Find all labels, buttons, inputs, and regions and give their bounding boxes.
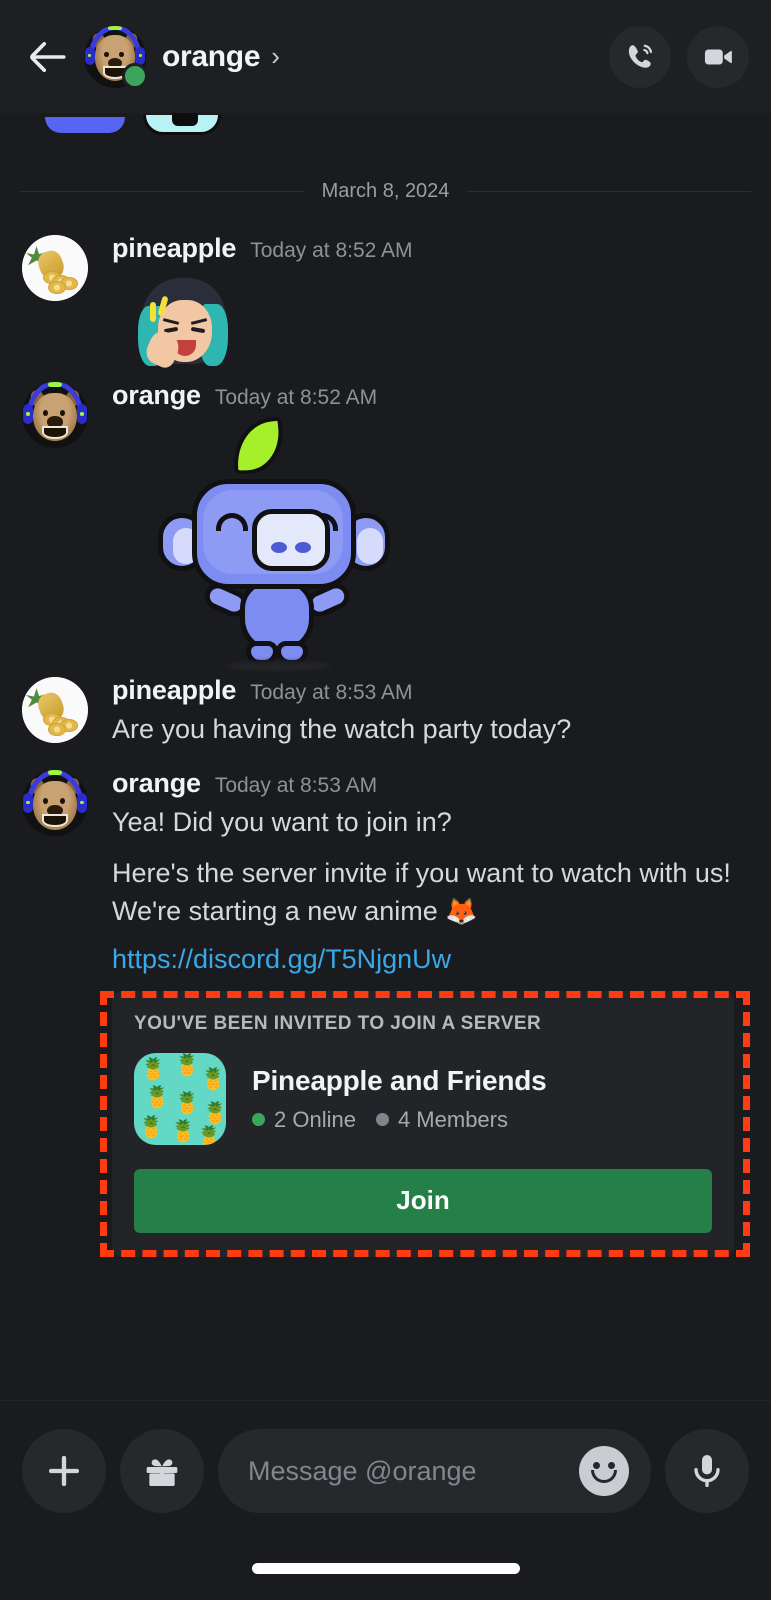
header-avatar-wrapper[interactable] xyxy=(84,25,148,89)
message-header: orange Today at 8:52 AM xyxy=(112,380,753,411)
invite-card-row: 🍍 🍍 🍍 🍍 🍍 🍍 🍍 🍍 🍍 Pineapple and Friends xyxy=(134,1052,712,1145)
member-count: 4 Members xyxy=(397,1106,508,1132)
invite-card-title: YOU'VE BEEN INVITED TO JOIN A SERVER xyxy=(134,1012,542,1034)
avatar[interactable] xyxy=(22,382,88,448)
invite-embed-zone: YOU'VE BEEN INVITED TO JOIN A SERVER 🍍 🍍… xyxy=(0,990,771,1257)
message-body: orange Today at 8:52 AM xyxy=(88,380,771,671)
avatar[interactable] xyxy=(22,677,88,743)
message-timestamp: Today at 8:52 AM xyxy=(250,239,413,262)
message-timestamp: Today at 8:52 AM xyxy=(214,386,378,409)
server-stats: 2 Online 4 Members xyxy=(252,1107,547,1133)
online-status-dot xyxy=(252,1113,265,1127)
plus-icon xyxy=(49,1456,79,1486)
invite-intro-text: Here's the server invite if you want to … xyxy=(112,857,731,926)
voice-message-button[interactable] xyxy=(665,1429,749,1513)
message-text: Are you having the watch party today? xyxy=(112,714,572,744)
wumpus-snout xyxy=(252,509,330,571)
avatar[interactable] xyxy=(22,235,88,301)
message-author[interactable]: pineapple xyxy=(112,675,236,706)
message-list[interactable]: March 8, 2024 pineapple Today at 8:52 AM xyxy=(0,113,771,1400)
message-header: pineapple Today at 8:53 AM xyxy=(112,675,753,706)
message-body: pineapple Today at 8:52 AM xyxy=(88,233,771,371)
video-camera-icon xyxy=(704,49,732,64)
voice-call-button[interactable] xyxy=(609,25,671,88)
message-text-line2: Here's the server invite if you want to … xyxy=(112,852,753,931)
arrow-left-icon xyxy=(30,41,66,72)
smiley-face-icon[interactable] xyxy=(579,1446,629,1496)
message-input[interactable]: Message @orange xyxy=(218,1429,651,1513)
message-row: orange Today at 8:52 AM xyxy=(0,380,771,671)
phone-call-icon xyxy=(628,44,653,68)
message-author[interactable]: pineapple xyxy=(112,233,236,264)
date-label: March 8, 2024 xyxy=(321,180,450,202)
status-badge xyxy=(122,62,148,89)
message-text-line1: Yea! Did you want to join in? xyxy=(112,807,452,838)
message-input-placeholder: Message @orange xyxy=(248,1455,477,1486)
send-gift-button[interactable] xyxy=(120,1429,204,1513)
chevron-right-icon[interactable]: › xyxy=(271,41,280,72)
video-call-button[interactable] xyxy=(687,25,749,88)
fox-emoji: 🦊 xyxy=(445,895,478,926)
join-button[interactable]: Join xyxy=(134,1168,712,1233)
page-title[interactable]: orange xyxy=(162,40,261,74)
microphone-icon xyxy=(694,1455,720,1487)
server-name: Pineapple and Friends xyxy=(252,1064,547,1096)
message-header: orange Today at 8:53 AM xyxy=(112,768,753,799)
partial-sticker-above xyxy=(0,113,771,145)
pineapple-pattern-icon: 🍍 🍍 🍍 🍍 🍍 🍍 🍍 🍍 🍍 xyxy=(134,1052,226,1145)
avatar[interactable] xyxy=(22,770,88,837)
message-author[interactable]: orange xyxy=(112,768,201,799)
members-status-dot xyxy=(375,1113,389,1127)
message-body: pineapple Today at 8:53 AM Are you havin… xyxy=(88,675,771,748)
message-body: orange Today at 8:53 AM Yea! Did you wan… xyxy=(88,768,771,978)
message-timestamp: Today at 8:53 AM xyxy=(250,681,413,704)
home-indicator xyxy=(251,1563,520,1574)
online-count: 2 Online xyxy=(274,1106,356,1132)
anime-girl-sticker xyxy=(136,270,232,371)
gift-icon xyxy=(146,1459,178,1486)
message-author[interactable]: orange xyxy=(112,380,201,411)
server-invite-card[interactable]: YOU'VE BEEN INVITED TO JOIN A SERVER 🍍 🍍… xyxy=(112,990,734,1257)
date-divider: March 8, 2024 xyxy=(20,180,752,203)
wumpus-sprout-sticker[interactable] xyxy=(154,416,394,671)
message-timestamp: Today at 8:53 AM xyxy=(214,774,378,798)
back-button[interactable] xyxy=(22,31,74,83)
sprout-leaf-icon xyxy=(229,416,287,476)
invite-server-meta: Pineapple and Friends 2 Online 4 Members xyxy=(226,1065,547,1133)
discord-dm-screen: orange › March 8, 2024 pineapple Today a… xyxy=(0,0,771,1600)
sticker-attachment[interactable] xyxy=(112,266,753,371)
chat-header: orange › xyxy=(0,0,771,113)
divider-line-right xyxy=(467,191,752,192)
divider-line-left xyxy=(20,191,304,192)
message-row: orange Today at 8:53 AM Yea! Did you wan… xyxy=(0,768,771,978)
message-header: pineapple Today at 8:52 AM xyxy=(112,233,753,264)
wumpus-shadow xyxy=(226,661,330,671)
add-attachment-button[interactable] xyxy=(22,1429,106,1513)
message-row: pineapple Today at 8:53 AM Are you havin… xyxy=(0,675,771,748)
invite-link[interactable]: https://discord.gg/T5NjgnUw xyxy=(112,940,753,978)
message-row: pineapple Today at 8:52 AM xyxy=(0,233,771,371)
